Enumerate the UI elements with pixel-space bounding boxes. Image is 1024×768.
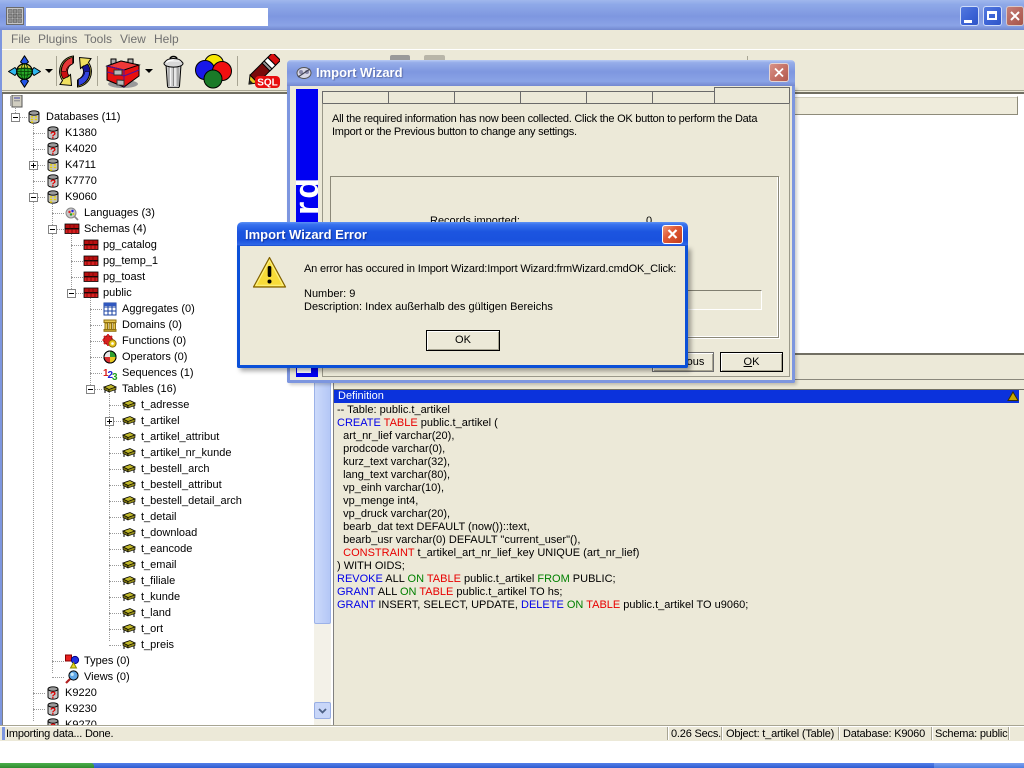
svg-text:SQL: SQL: [257, 78, 278, 89]
